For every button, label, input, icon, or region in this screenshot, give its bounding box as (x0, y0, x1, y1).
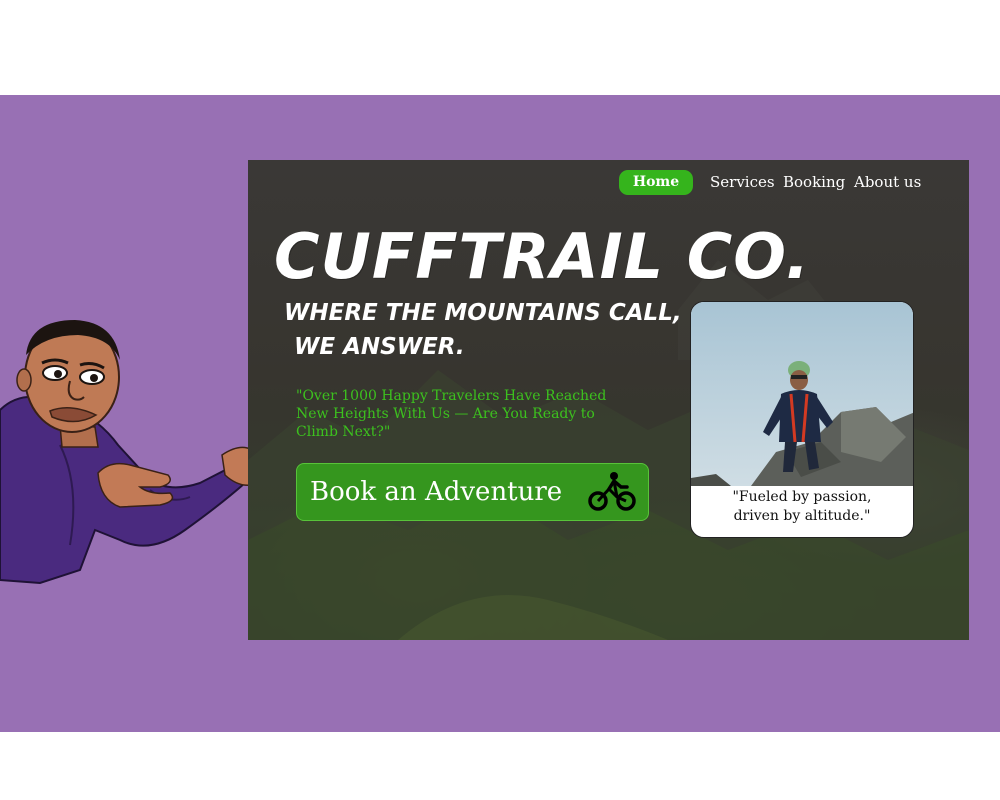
nav-about-link[interactable]: About us (854, 172, 921, 192)
bicycle-rider-icon (588, 472, 636, 511)
climber-photo-card: "Fueled by passion, driven by altitude." (690, 301, 914, 538)
tagline-line-2: WE ANSWER. (294, 334, 465, 360)
nav-services-link[interactable]: Services (710, 172, 775, 192)
climber-photo (691, 302, 913, 486)
cartoon-presenter-illustration (0, 320, 252, 585)
book-adventure-button[interactable]: Book an Adventure (296, 463, 649, 521)
nav-booking-link[interactable]: Booking (783, 172, 845, 192)
brand-title: CUFFTRAIL CO. (274, 220, 811, 293)
book-adventure-label: Book an Adventure (310, 477, 563, 507)
nav-home-button[interactable]: Home (619, 170, 693, 195)
main-nav: Home Services Booking About us (248, 170, 969, 196)
website-mockup: Home Services Booking About us CUFFTRAIL… (248, 160, 969, 640)
hero-tagline: WHERE THE MOUNTAINS CALL, WE ANSWER. (284, 296, 684, 364)
caption-line-1: "Fueled by passion, (732, 489, 872, 505)
card-caption: "Fueled by passion, driven by altitude." (691, 488, 913, 526)
travelers-quote: "Over 1000 Happy Travelers Have Reached … (296, 388, 607, 440)
caption-line-2: driven by altitude." (733, 508, 871, 524)
tagline-line-1: WHERE THE MOUNTAINS CALL, (284, 300, 682, 326)
